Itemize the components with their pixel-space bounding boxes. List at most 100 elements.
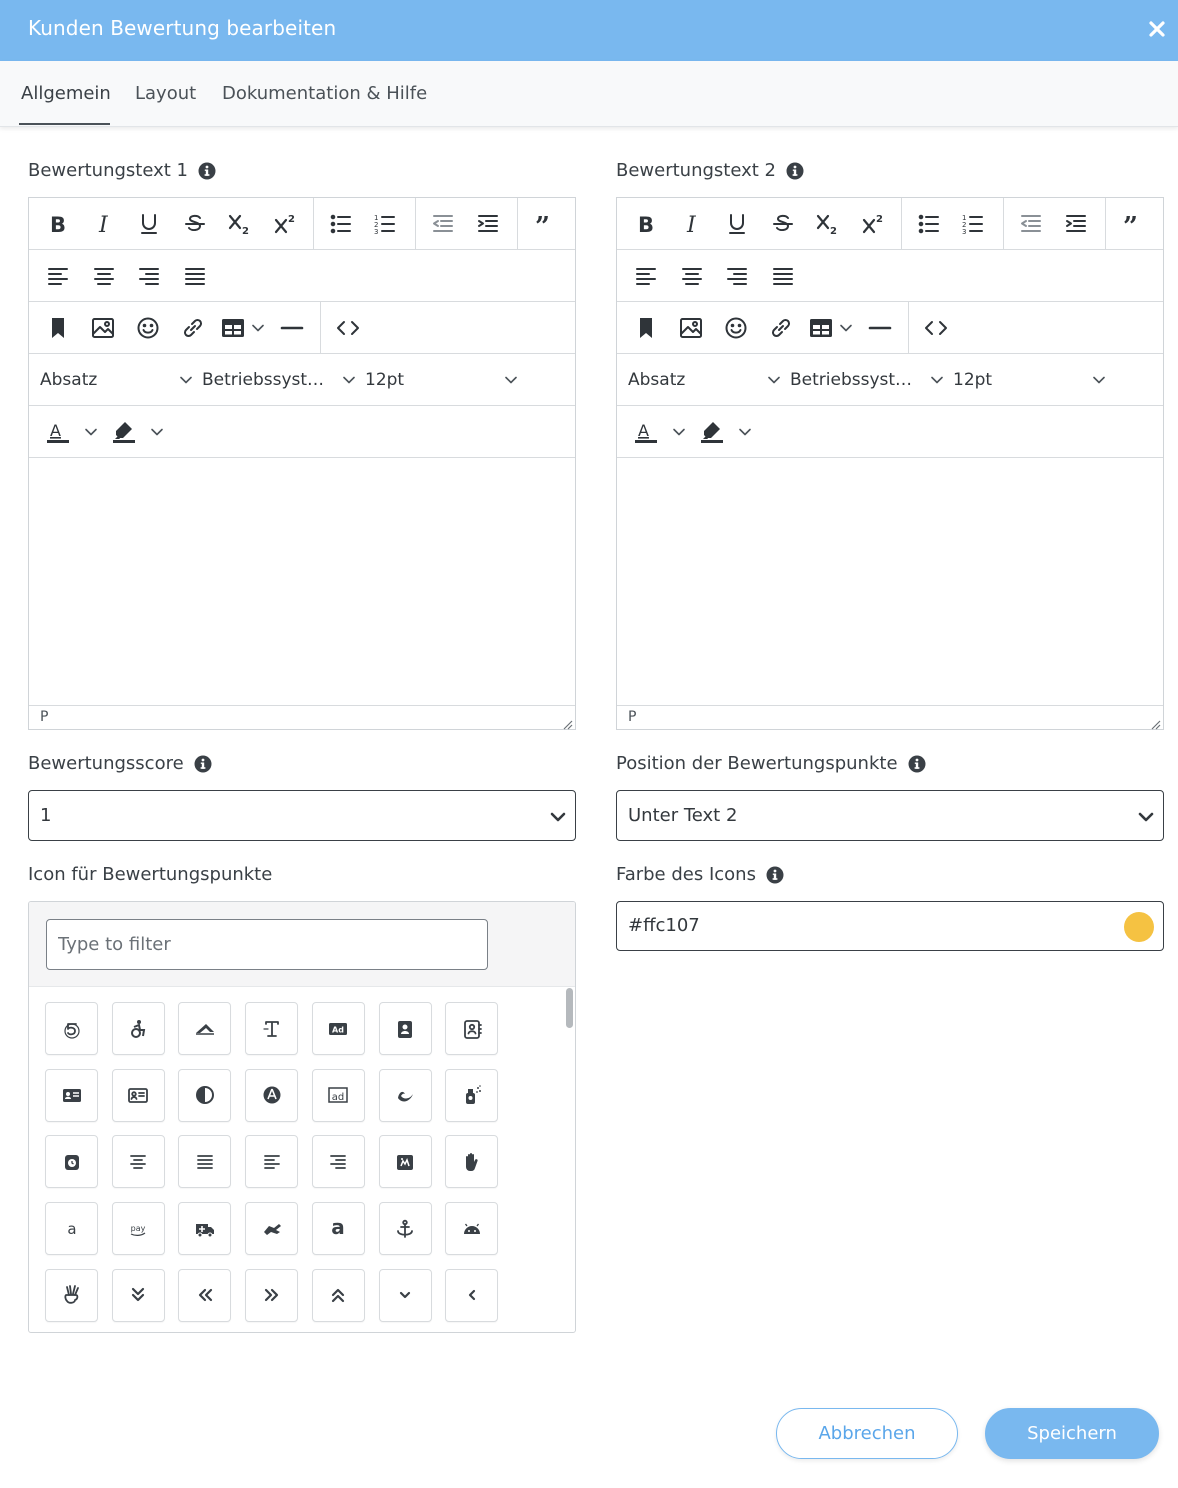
color-swatch[interactable] — [1124, 912, 1154, 942]
info-icon[interactable] — [908, 755, 926, 773]
icon-option[interactable] — [45, 1002, 98, 1055]
superscript-button[interactable]: 2 — [269, 207, 303, 241]
blockquote-button[interactable]: ” — [1116, 207, 1150, 241]
tab-dokumentation-hilfe[interactable]: Dokumentation & Hilfe — [222, 61, 427, 127]
info-icon[interactable] — [194, 755, 212, 773]
close-icon[interactable] — [1146, 18, 1168, 40]
numbered-list-button[interactable]: 123 — [956, 207, 990, 241]
element-path[interactable]: P — [40, 709, 48, 725]
icon-color-input[interactable]: #ffc107 — [616, 901, 1164, 951]
bold-button[interactable]: B — [41, 207, 75, 241]
chevron-down-icon[interactable] — [251, 321, 265, 335]
icon-option[interactable] — [311, 1268, 365, 1322]
icon-option[interactable] — [178, 1268, 232, 1322]
chevron-down-icon[interactable] — [738, 425, 752, 439]
icon-picker-scrollbar[interactable] — [566, 988, 573, 1028]
icon-option[interactable] — [45, 1135, 98, 1189]
link-button[interactable] — [764, 311, 798, 345]
tab-layout[interactable]: Layout — [135, 61, 196, 127]
chevron-down-icon[interactable] — [1092, 373, 1106, 387]
highlight-color-button[interactable] — [695, 415, 729, 449]
subscript-button[interactable]: 2 — [223, 207, 257, 241]
icon-filter-input[interactable] — [46, 919, 488, 970]
table-button[interactable] — [804, 311, 838, 345]
source-code-button[interactable] — [919, 311, 953, 345]
icon-option[interactable] — [45, 1268, 98, 1322]
chevron-down-icon[interactable] — [839, 321, 853, 335]
icon-option[interactable] — [245, 1135, 299, 1189]
position-select[interactable]: Unter Text 2 — [616, 790, 1164, 841]
info-icon[interactable] — [766, 866, 784, 884]
cancel-button[interactable]: Abbrechen — [776, 1408, 958, 1459]
chevron-down-icon[interactable] — [672, 425, 686, 439]
resize-handle-icon[interactable] — [561, 715, 573, 730]
indent-button[interactable] — [471, 207, 505, 241]
chevron-down-icon[interactable] — [930, 373, 944, 387]
icon-option[interactable] — [311, 1135, 365, 1189]
save-button[interactable]: Speichern — [985, 1408, 1159, 1459]
icon-option[interactable]: a — [45, 1202, 98, 1256]
subscript-button[interactable]: 2 — [811, 207, 845, 241]
font-family-dropdown[interactable]: Betriebssyst… — [790, 370, 912, 390]
icon-option[interactable] — [378, 1135, 432, 1189]
score-select[interactable]: 1 — [28, 790, 576, 841]
chevron-down-icon[interactable] — [342, 373, 356, 387]
icon-option[interactable] — [245, 1002, 299, 1055]
icon-option[interactable] — [111, 1135, 165, 1189]
align-justify-button[interactable] — [178, 259, 212, 293]
text-color-button[interactable]: A — [629, 415, 663, 449]
image-button[interactable] — [86, 311, 120, 345]
horizontal-rule-button[interactable] — [275, 311, 309, 345]
chevron-down-icon[interactable] — [179, 373, 193, 387]
outdent-button[interactable] — [1014, 207, 1048, 241]
icon-option[interactable] — [378, 1202, 432, 1256]
editor-content-area[interactable] — [617, 458, 1163, 705]
icon-option[interactable] — [178, 1202, 232, 1256]
underline-button[interactable] — [132, 207, 166, 241]
superscript-button[interactable]: 2 — [857, 207, 891, 241]
icon-option[interactable] — [445, 1002, 499, 1055]
icon-option[interactable] — [245, 1202, 299, 1256]
image-button[interactable] — [674, 311, 708, 345]
icon-option[interactable]: a — [311, 1202, 365, 1256]
icon-option[interactable] — [378, 1268, 432, 1322]
icon-option[interactable] — [378, 1002, 432, 1055]
icon-option[interactable] — [445, 1068, 499, 1122]
icon-option[interactable] — [378, 1068, 432, 1122]
bookmark-button[interactable] — [629, 311, 663, 345]
font-family-dropdown[interactable]: Betriebssyst… — [202, 370, 324, 390]
align-left-button[interactable] — [41, 259, 75, 293]
outdent-button[interactable] — [426, 207, 460, 241]
align-center-button[interactable] — [675, 259, 709, 293]
icon-option[interactable] — [445, 1202, 499, 1256]
chevron-down-icon[interactable] — [150, 425, 164, 439]
icon-option[interactable] — [45, 1068, 98, 1122]
icon-option[interactable] — [178, 1068, 232, 1122]
editor-content-area[interactable] — [29, 458, 575, 705]
bold-button[interactable]: B — [629, 207, 663, 241]
icon-option[interactable] — [178, 1135, 232, 1189]
icon-option[interactable] — [245, 1268, 299, 1322]
italic-button[interactable]: I — [675, 207, 709, 241]
emoji-button[interactable] — [131, 311, 165, 345]
link-button[interactable] — [176, 311, 210, 345]
icon-option[interactable] — [245, 1068, 299, 1122]
element-path[interactable]: P — [628, 709, 636, 725]
underline-button[interactable] — [720, 207, 754, 241]
align-center-button[interactable] — [87, 259, 121, 293]
highlight-color-button[interactable] — [107, 415, 141, 449]
resize-handle-icon[interactable] — [1149, 715, 1161, 730]
font-size-dropdown[interactable]: 12pt — [365, 370, 404, 390]
align-justify-button[interactable] — [766, 259, 800, 293]
icon-option[interactable] — [445, 1135, 499, 1189]
info-icon[interactable] — [786, 162, 804, 180]
numbered-list-button[interactable]: 123 — [368, 207, 402, 241]
block-format-dropdown[interactable]: Absatz — [40, 370, 97, 390]
strikethrough-button[interactable] — [766, 207, 800, 241]
chevron-down-icon[interactable] — [84, 425, 98, 439]
source-code-button[interactable] — [331, 311, 365, 345]
icon-option[interactable] — [111, 1002, 165, 1055]
icon-option[interactable] — [111, 1268, 165, 1322]
chevron-down-icon[interactable] — [504, 373, 518, 387]
icon-option[interactable] — [178, 1002, 232, 1055]
